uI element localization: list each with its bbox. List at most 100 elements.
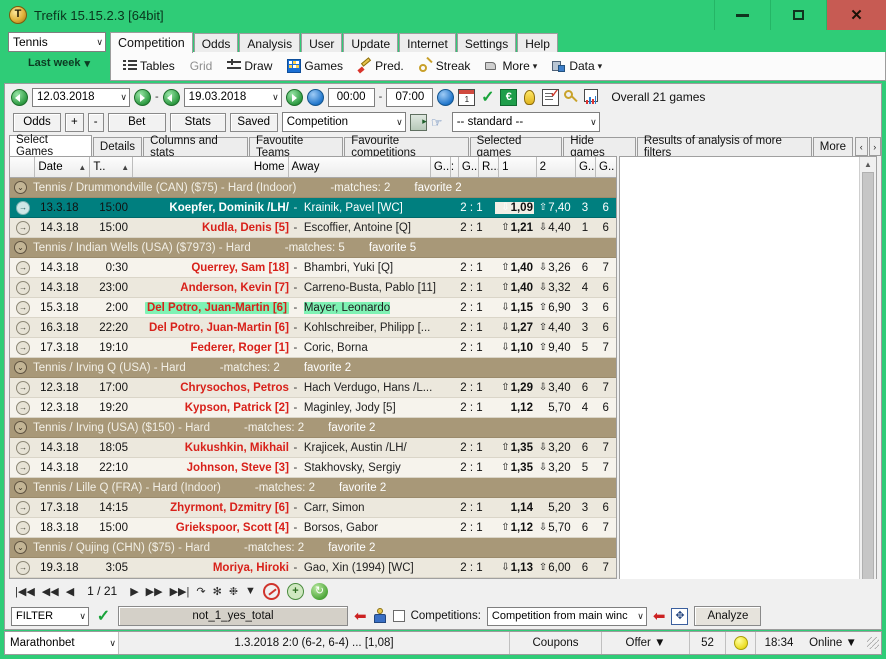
cell-odd1[interactable]: 1,12 — [495, 402, 534, 414]
cell-odd1[interactable]: ⇩1,13 — [495, 562, 534, 574]
grid-header-colon[interactable]: : — [451, 157, 459, 177]
cell-odd1[interactable]: ⇩1,27 — [495, 322, 534, 334]
grid-header-goals-home[interactable]: G... — [431, 157, 451, 177]
table-row[interactable]: →12.3.1819:20Kypson, Patrick [2]-Maginle… — [10, 398, 616, 418]
table-row[interactable]: →14.3.180:30Querrey, Sam [18]-Bhambri, Y… — [10, 258, 616, 278]
bulb-icon[interactable] — [524, 90, 535, 105]
draw-button[interactable]: Draw — [221, 54, 278, 79]
cell-odd2[interactable]: ⇩3,20 — [534, 442, 575, 454]
group-collapse-icon[interactable]: ⌄ — [14, 361, 27, 374]
pager-first-button[interactable]: |◀◀ — [15, 585, 35, 598]
cell-odd1[interactable]: ⇧1,35 — [495, 442, 534, 454]
grid-header-odd2[interactable]: 2 — [537, 157, 576, 177]
date-to-input[interactable]: 19.03.2018 ∨ — [184, 88, 282, 107]
grid-header-g3[interactable]: G.. — [576, 157, 596, 177]
row-expand-cell[interactable]: → — [10, 561, 36, 575]
table-row[interactable]: →15.3.182:00Del Potro, Juan-Martin [6]-M… — [10, 298, 616, 318]
grid-header-expand[interactable] — [10, 157, 35, 177]
analyze-button[interactable]: Analyze — [694, 606, 761, 626]
row-expand-cell[interactable]: → — [10, 221, 36, 235]
ribbon-tab-user[interactable]: User — [301, 33, 342, 53]
cell-odd2[interactable]: ⇩4,40 — [534, 222, 575, 234]
sport-select[interactable]: Tennis ∨ — [8, 32, 106, 52]
streak-button[interactable]: Streak — [413, 54, 477, 79]
export-icon[interactable] — [410, 114, 427, 131]
table-row[interactable]: →12.3.1817:00Chrysochos, Petros-Hach Ver… — [10, 378, 616, 398]
cell-odd2[interactable]: 5,70 — [534, 402, 575, 414]
tab-select-games[interactable]: Select Games — [9, 135, 92, 156]
tab-selected-games[interactable]: Selected games — [470, 137, 563, 156]
group-collapse-icon[interactable]: ⌄ — [14, 541, 27, 554]
row-expand-cell[interactable]: → — [10, 341, 36, 355]
ribbon-tab-settings[interactable]: Settings — [457, 33, 516, 53]
cell-odd2[interactable]: ⇧9,40 — [534, 342, 575, 354]
pointing-hand-icon[interactable]: ☞ — [431, 114, 448, 131]
pred-button[interactable]: Pred. — [352, 54, 410, 79]
date-from-prev-button[interactable] — [11, 89, 28, 106]
row-expand-cell[interactable]: → — [10, 501, 36, 515]
vscroll-thumb[interactable] — [862, 172, 874, 630]
tabs-scroll-right-button[interactable]: › — [869, 137, 882, 156]
bet-button[interactable]: Bet — [108, 113, 166, 132]
online-button[interactable]: Online ▼ — [802, 632, 864, 654]
cell-odd2[interactable]: ⇩3,40 — [534, 382, 575, 394]
period-button[interactable]: Last week ▾ — [8, 52, 110, 74]
competitions-select[interactable]: Competition from main winc ∨ — [487, 607, 647, 626]
pager-next-button[interactable]: ▶ — [130, 585, 138, 598]
group-header-row[interactable]: ⌄Tennis / Irving Q (USA) - Hard-matches:… — [10, 358, 616, 378]
group-collapse-icon[interactable]: ⌄ — [14, 421, 27, 434]
table-row[interactable]: →13.3.1815:00Koepfer, Dominik /LH/-Krain… — [10, 198, 616, 218]
bar-chart-icon[interactable] — [584, 89, 601, 106]
close-button[interactable]: ✕ — [826, 0, 886, 30]
row-expand-cell[interactable]: → — [10, 281, 36, 295]
pager-refresh-icon[interactable]: ↷ — [196, 585, 205, 598]
cell-odd2[interactable]: ⇧7,40 — [534, 202, 575, 214]
date-from-next-button[interactable] — [134, 89, 151, 106]
row-expand-icon[interactable]: → — [16, 461, 30, 475]
row-expand-cell[interactable]: → — [10, 401, 36, 415]
row-expand-icon[interactable]: → — [16, 441, 30, 455]
add-circle-icon[interactable] — [287, 583, 304, 600]
competitions-checkbox[interactable] — [393, 610, 405, 622]
group-header-row[interactable]: ⌄Tennis / Qujing (CHN) ($75) - Hard-matc… — [10, 538, 616, 558]
cell-odd2[interactable]: ⇧4,40 — [534, 322, 575, 334]
move-icon[interactable] — [671, 608, 688, 625]
euro-icon[interactable]: € — [500, 89, 517, 106]
cell-odd1[interactable]: ⇩1,09 — [495, 202, 534, 214]
time-from-button[interactable] — [307, 89, 324, 106]
ribbon-tab-odds[interactable]: Odds — [194, 33, 239, 53]
date-to-prev-button[interactable] — [163, 89, 180, 106]
tab-columns-and-stats[interactable]: Columns and stats — [143, 137, 248, 156]
person-icon[interactable] — [373, 608, 387, 624]
tab-more[interactable]: More — [813, 137, 853, 156]
row-expand-icon[interactable]: → — [16, 261, 30, 275]
table-row[interactable]: →17.3.1819:10Federer, Roger [1]-Coric, B… — [10, 338, 616, 358]
row-expand-cell[interactable]: → — [10, 381, 36, 395]
table-row[interactable]: →14.3.1822:10Johnson, Steve [3]-Stakhovs… — [10, 458, 616, 478]
cell-odd2[interactable]: ⇧6,90 — [534, 302, 575, 314]
group-collapse-icon[interactable]: ⌄ — [14, 481, 27, 494]
ribbon-tab-analysis[interactable]: Analysis — [239, 33, 300, 53]
pager-prev-button[interactable]: ◀ — [66, 585, 74, 598]
pager-last-button[interactable]: ▶▶| — [170, 585, 190, 598]
row-expand-icon[interactable]: → — [16, 401, 30, 415]
cell-odd1[interactable]: ⇧1,35 — [495, 462, 534, 474]
more-button[interactable]: More▾ — [479, 54, 543, 79]
odds-minus-button[interactable]: - — [88, 113, 104, 132]
grid-header-date[interactable]: Date▲ — [35, 157, 90, 177]
grid-header-g4[interactable]: G.. — [596, 157, 616, 177]
group-header-row[interactable]: ⌄Tennis / Lille Q (FRA) - Hard (Indoor)-… — [10, 478, 616, 498]
filter-apply-icon[interactable]: ✓ — [95, 608, 112, 625]
games-button[interactable]: Games — [281, 54, 349, 79]
time-from-input[interactable]: 00:00 — [328, 88, 375, 107]
back-arrow-icon[interactable]: ⬅ — [354, 609, 367, 624]
cell-odd1[interactable]: ⇧1,21 — [495, 222, 534, 234]
cell-odd2[interactable]: 5,20 — [534, 502, 575, 514]
pager-funnel-icon[interactable]: ▼ — [245, 585, 256, 597]
grid-button[interactable]: Grid — [184, 54, 219, 79]
view-select[interactable]: Competition ∨ — [282, 112, 406, 132]
cell-odd2[interactable]: ⇧6,00 — [534, 562, 575, 574]
odds-plus-button[interactable]: + — [65, 113, 84, 132]
row-expand-icon[interactable]: → — [16, 301, 30, 315]
bookmaker-select[interactable]: Marathonbet ∨ — [5, 632, 119, 654]
